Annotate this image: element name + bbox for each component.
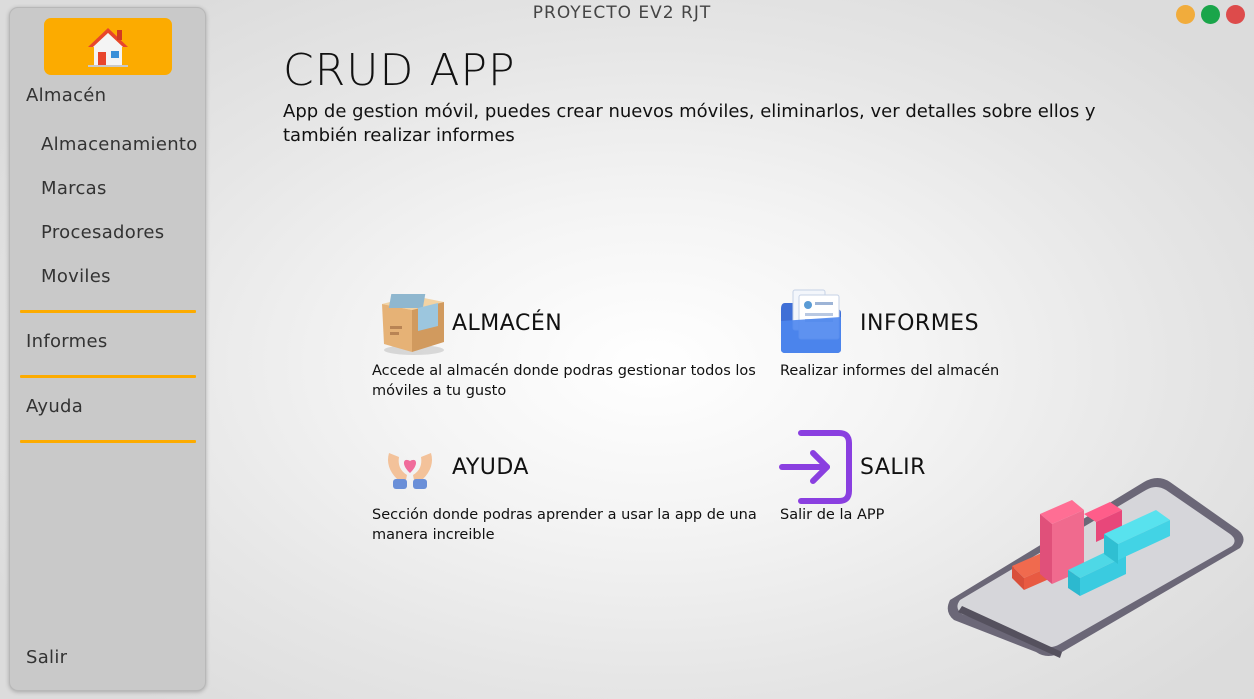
sidebar-divider — [20, 375, 196, 378]
home-button[interactable] — [44, 18, 172, 75]
sidebar-item-marcas[interactable]: Marcas — [41, 178, 107, 199]
almacen-card-title[interactable]: ALMACÉN — [452, 311, 562, 336]
informes-card-desc: Realizar informes del almacén — [780, 363, 1000, 379]
house-icon — [88, 27, 128, 67]
almacen-card-desc: Accede al almacén donde podras gestionar… — [372, 363, 756, 399]
sidebar-item-procesadores[interactable]: Procesadores — [41, 222, 164, 243]
ayuda-card-title[interactable]: AYUDA — [452, 455, 529, 480]
sidebar-divider — [20, 440, 196, 443]
phone-illustration — [947, 478, 1244, 658]
salir-card-title[interactable]: SALIR — [860, 455, 926, 480]
sidebar-item-almacenamiento[interactable]: Almacenamiento — [41, 134, 198, 155]
sidebar-almacen-heading[interactable]: Almacén — [26, 85, 106, 106]
sidebar-divider — [20, 310, 196, 313]
page-subtitle: App de gestion móvil, puedes crear nuevo… — [283, 101, 1096, 146]
folder-icon[interactable] — [779, 287, 843, 355]
heart-hands-icon[interactable] — [383, 445, 437, 491]
informes-card-title[interactable]: INFORMES — [860, 311, 979, 336]
sidebar: Almacén Almacenamiento Marcas Procesador… — [9, 7, 206, 691]
sidebar-item-salir[interactable]: Salir — [26, 647, 67, 668]
ayuda-card-desc: Sección donde podras aprender a usar la … — [372, 507, 757, 543]
sidebar-item-moviles[interactable]: Moviles — [41, 266, 111, 287]
box-icon[interactable] — [374, 290, 448, 356]
maximize-button[interactable] — [1201, 5, 1220, 24]
exit-icon[interactable] — [779, 429, 853, 505]
sidebar-item-informes[interactable]: Informes — [26, 331, 108, 352]
page-title: CRUD APP — [283, 45, 516, 96]
minimize-button[interactable] — [1176, 5, 1195, 24]
sidebar-item-ayuda[interactable]: Ayuda — [26, 396, 83, 417]
close-button[interactable] — [1226, 5, 1245, 24]
